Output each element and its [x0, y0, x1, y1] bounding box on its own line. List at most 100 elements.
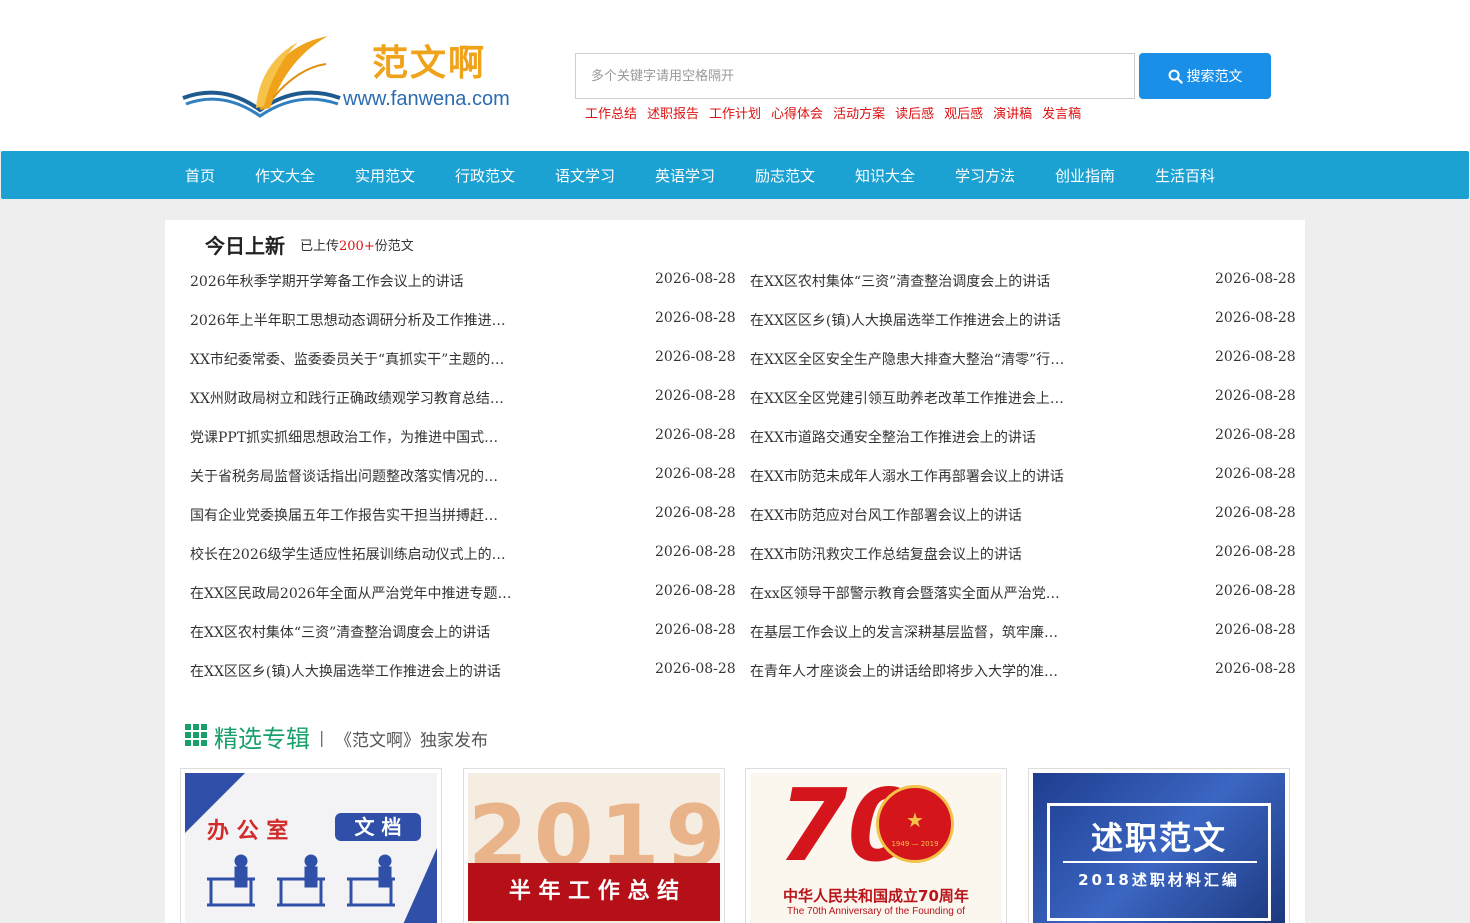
- list-item-title[interactable]: XX州财政局树立和践行正确政绩观学习教育总结…: [190, 388, 504, 408]
- list-item[interactable]: 关于省税务局监督谈话指出问题整改落实情况的… 2026-08-28: [190, 466, 736, 486]
- list-item[interactable]: 在青年人才座谈会上的讲话给即将步入大学的准… 2026-08-28: [750, 661, 1296, 681]
- card-caption-en: The 70th Anniversary of the Founding of: [787, 906, 965, 917]
- list-item-title[interactable]: 在XX区区乡(镇)人大换届选举工作推进会上的讲话: [190, 661, 501, 681]
- list-item-date: 2026-08-28: [1215, 388, 1296, 404]
- nav-item-english[interactable]: 英语学习: [655, 165, 715, 186]
- card-caption-cn: 中华人民共和国成立70周年: [783, 887, 969, 905]
- hot-link-book-review[interactable]: 读后感: [895, 103, 934, 122]
- hot-link-work-plan[interactable]: 工作计划: [709, 103, 761, 122]
- content-panel: 今日上新 已上传200+份范文 2026年秋季学期开学筹备工作会议上的讲话 202…: [165, 220, 1305, 923]
- nav-item-study-methods[interactable]: 学习方法: [955, 165, 1015, 186]
- list-item-title[interactable]: 在XX区民政局2026年全面从严治党年中推进专题…: [190, 583, 512, 603]
- list-item-title[interactable]: 在XX区农村集体“三资”清查整治调度会上的讲话: [190, 622, 490, 642]
- hot-links: 工作总结 述职报告 工作计划 心得体会 活动方案 读后感 观后感 演讲稿 发言稿: [585, 103, 1081, 122]
- card-years: 1949 — 2019: [891, 840, 939, 848]
- list-item-title[interactable]: 校长在2026级学生适应性拓展训练启动仪式上的…: [190, 544, 506, 564]
- list-item-title[interactable]: 党课PPT抓实抓细思想政治工作，为推进中国式…: [190, 427, 498, 447]
- list-item[interactable]: 2026年上半年职工思想动态调研分析及工作推进… 2026-08-28: [190, 310, 736, 330]
- list-item[interactable]: 在XX区农村集体“三资”清查整治调度会上的讲话 2026-08-28: [190, 622, 736, 642]
- list-item[interactable]: 在XX市道路交通安全整治工作推进会上的讲话 2026-08-28: [750, 427, 1296, 447]
- hot-link-debriefing[interactable]: 述职报告: [647, 103, 699, 122]
- featured-card-office-docs[interactable]: 办 公 室 文 档: [180, 768, 442, 923]
- hot-link-work-summary[interactable]: 工作总结: [585, 103, 637, 122]
- emblem-icon: ★ 1949 — 2019: [876, 785, 954, 863]
- star-icon: ★: [906, 808, 924, 832]
- nav-item-inspirational[interactable]: 励志范文: [755, 165, 815, 186]
- site-logo[interactable]: 范文啊 www.fanwena.com: [178, 28, 538, 123]
- today-sub-prefix: 已上传: [300, 239, 340, 254]
- featured-card-70th-anniversary[interactable]: 70 ★ 1949 — 2019 中华人民共和国成立70周年 The 70th …: [745, 768, 1007, 923]
- today-upload-count: 200+: [339, 239, 375, 254]
- search-input[interactable]: [575, 53, 1135, 99]
- list-item[interactable]: 在XX区全区党建引领互助养老改革工作推进会上… 2026-08-28: [750, 388, 1296, 408]
- list-item[interactable]: 在XX区农村集体“三资”清查整治调度会上的讲话 2026-08-28: [750, 271, 1296, 291]
- list-item[interactable]: 在基层工作会议上的发言深耕基层监督，筑牢廉… 2026-08-28: [750, 622, 1296, 642]
- list-item-title[interactable]: 在XX市防范应对台风工作部署会议上的讲话: [750, 505, 1022, 525]
- featured-card-report-collection[interactable]: 述职范文 2018述职材料汇编: [1028, 768, 1290, 923]
- list-item-date: 2026-08-28: [1215, 583, 1296, 599]
- list-item[interactable]: 2026年秋季学期开学筹备工作会议上的讲话 2026-08-28: [190, 271, 736, 291]
- list-item-title[interactable]: 国有企业党委换届五年工作报告实干担当拼搏赶…: [190, 505, 498, 525]
- nav-item-chinese[interactable]: 语文学习: [555, 165, 615, 186]
- list-item-date: 2026-08-28: [655, 622, 736, 638]
- list-item-title[interactable]: 在XX区区乡(镇)人大换届选举工作推进会上的讲话: [750, 310, 1061, 330]
- nav-item-home[interactable]: 首页: [185, 165, 215, 186]
- list-item-title[interactable]: 2026年上半年职工思想动态调研分析及工作推进…: [190, 310, 506, 330]
- list-item-title[interactable]: 在青年人才座谈会上的讲话给即将步入大学的准…: [750, 661, 1058, 681]
- list-item[interactable]: 国有企业党委换届五年工作报告实干担当拼搏赶… 2026-08-28: [190, 505, 736, 525]
- list-item-date: 2026-08-28: [1215, 622, 1296, 638]
- list-item[interactable]: 在XX市防范应对台风工作部署会议上的讲话 2026-08-28: [750, 505, 1296, 525]
- list-item[interactable]: 在xx区领导干部警示教育会暨落实全面从严治党… 2026-08-28: [750, 583, 1296, 603]
- desk-figures-icon: [207, 854, 395, 907]
- list-item-title[interactable]: 在XX市防范未成年人溺水工作再部署会议上的讲话: [750, 466, 1064, 486]
- list-item[interactable]: XX州财政局树立和践行正确政绩观学习教育总结… 2026-08-28: [190, 388, 736, 408]
- card-line1: 办 公 室: [207, 819, 289, 844]
- list-item[interactable]: 在XX区全区安全生产隐患大排查大整治“清零”行… 2026-08-28: [750, 349, 1296, 369]
- list-item-date: 2026-08-28: [655, 310, 736, 326]
- hot-link-film-review[interactable]: 观后感: [944, 103, 983, 122]
- list-item[interactable]: 在XX市防范未成年人溺水工作再部署会议上的讲话 2026-08-28: [750, 466, 1296, 486]
- nav-item-startup[interactable]: 创业指南: [1055, 165, 1115, 186]
- list-item-date: 2026-08-28: [655, 427, 736, 443]
- list-item-date: 2026-08-28: [655, 661, 736, 677]
- hot-link-reflection[interactable]: 心得体会: [771, 103, 823, 122]
- list-item-title[interactable]: XX市纪委常委、监委委员关于“真抓实干”主题的…: [190, 349, 504, 369]
- nav-item-knowledge[interactable]: 知识大全: [855, 165, 915, 186]
- list-item-title[interactable]: 在XX区全区党建引领互助养老改革工作推进会上…: [750, 388, 1064, 408]
- nav-item-essays[interactable]: 作文大全: [255, 165, 315, 186]
- list-item-date: 2026-08-28: [1215, 466, 1296, 482]
- list-item-date: 2026-08-28: [655, 505, 736, 521]
- list-item-title[interactable]: 在XX市防汛救灾工作总结复盘会议上的讲话: [750, 544, 1022, 564]
- hot-link-address[interactable]: 发言稿: [1042, 103, 1081, 122]
- list-item-title[interactable]: 在基层工作会议上的发言深耕基层监督，筑牢廉…: [750, 622, 1058, 642]
- list-item-title[interactable]: 在XX区农村集体“三资”清查整治调度会上的讲话: [750, 271, 1050, 291]
- list-item[interactable]: 在XX区区乡(镇)人大换届选举工作推进会上的讲话 2026-08-28: [750, 310, 1296, 330]
- nav-item-practical[interactable]: 实用范文: [355, 165, 415, 186]
- list-item-date: 2026-08-28: [1215, 427, 1296, 443]
- list-item[interactable]: 党课PPT抓实抓细思想政治工作，为推进中国式… 2026-08-28: [190, 427, 736, 447]
- card-line2: 文 档: [335, 813, 421, 841]
- nav-item-life[interactable]: 生活百科: [1155, 165, 1215, 186]
- today-sub-suffix: 份范文: [374, 239, 414, 254]
- list-item-title[interactable]: 关于省税务局监督谈话指出问题整改落实情况的…: [190, 466, 498, 486]
- list-item[interactable]: 在XX市防汛救灾工作总结复盘会议上的讲话 2026-08-28: [750, 544, 1296, 564]
- list-item[interactable]: 在XX区民政局2026年全面从严治党年中推进专题… 2026-08-28: [190, 583, 736, 603]
- featured-card-half-year-summary[interactable]: 2019 半 年 工 作 总 结: [463, 768, 725, 923]
- nav-item-administrative[interactable]: 行政范文: [455, 165, 515, 186]
- list-item[interactable]: 在XX区区乡(镇)人大换届选举工作推进会上的讲话 2026-08-28: [190, 661, 736, 681]
- list-item-date: 2026-08-28: [655, 349, 736, 365]
- list-item-title[interactable]: 在xx区领导干部警示教育会暨落实全面从严治党…: [750, 583, 1060, 603]
- hot-link-speech[interactable]: 演讲稿: [993, 103, 1032, 122]
- list-item-title[interactable]: 2026年秋季学期开学筹备工作会议上的讲话: [190, 271, 464, 291]
- search-icon: [1168, 69, 1183, 84]
- list-item[interactable]: 校长在2026级学生适应性拓展训练启动仪式上的… 2026-08-28: [190, 544, 736, 564]
- list-item[interactable]: XX市纪委常委、监委委员关于“真抓实干”主题的… 2026-08-28: [190, 349, 736, 369]
- card-subtitle: 2018述职材料汇编: [1078, 871, 1240, 889]
- main-nav: 首页 作文大全 实用范文 行政范文 语文学习 英语学习 励志范文 知识大全 学习…: [1, 151, 1469, 199]
- featured-title: 精选专辑: [214, 725, 310, 753]
- search-button[interactable]: 搜索范文: [1139, 53, 1271, 99]
- list-item-title[interactable]: 在XX区全区安全生产隐患大排查大整治“清零”行…: [750, 349, 1064, 369]
- hot-link-event-plan[interactable]: 活动方案: [833, 103, 885, 122]
- list-item-title[interactable]: 在XX市道路交通安全整治工作推进会上的讲话: [750, 427, 1036, 447]
- card-image: 述职范文 2018述职材料汇编: [1033, 773, 1285, 923]
